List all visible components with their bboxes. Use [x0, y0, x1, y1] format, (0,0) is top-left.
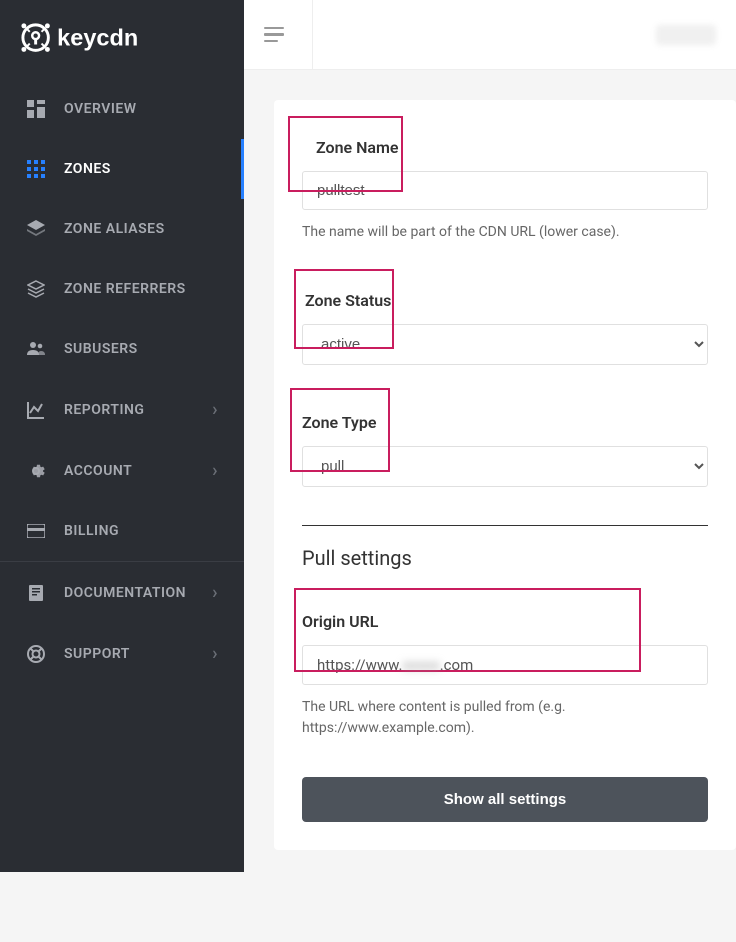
- zone-name-field: Zone Name The name will be part of the C…: [302, 128, 736, 243]
- origin-url-input[interactable]: https://www.xxxxx.com: [302, 645, 708, 685]
- nav-label: ZONES: [64, 161, 111, 177]
- layers-outline-icon: [26, 279, 46, 299]
- origin-url-help: The URL where content is pulled from (e.…: [302, 697, 736, 739]
- gear-icon: [26, 461, 46, 481]
- lifebuoy-icon: [26, 644, 46, 664]
- sidebar-item-billing[interactable]: BILLING: [0, 501, 244, 561]
- layers-icon: [26, 219, 46, 239]
- origin-url-field: Origin URL https://www.xxxxx.com The URL…: [302, 602, 736, 739]
- chart-icon: [26, 400, 46, 420]
- svg-text:keycdn: keycdn: [57, 24, 138, 50]
- sidebar-item-reporting[interactable]: REPORTING ›: [0, 379, 244, 440]
- sidebar-item-support[interactable]: SUPPORT ›: [0, 623, 244, 684]
- sidebar-item-zones[interactable]: ZONES: [0, 139, 244, 199]
- card-icon: [26, 521, 46, 541]
- dashboard-icon: [26, 99, 46, 119]
- zone-form-card: Zone Name The name will be part of the C…: [274, 100, 736, 850]
- zone-status-select[interactable]: active: [302, 324, 708, 365]
- nav-label: SUPPORT: [64, 646, 130, 662]
- sidebar-item-account[interactable]: ACCOUNT ›: [0, 440, 244, 501]
- sidebar: keycdn OVERVIEW ZONES ZONE ALIASES: [0, 0, 244, 872]
- nav-label: DOCUMENTATION: [64, 585, 186, 601]
- nav-label: ZONE ALIASES: [64, 221, 165, 237]
- sidebar-item-overview[interactable]: OVERVIEW: [0, 79, 244, 139]
- hamburger-icon[interactable]: [264, 27, 284, 43]
- zone-status-label: Zone Status: [302, 281, 736, 318]
- nav-label: BILLING: [64, 523, 119, 539]
- topbar: [244, 0, 736, 70]
- nav-label: REPORTING: [64, 402, 144, 418]
- chevron-right-icon: ›: [212, 643, 218, 664]
- topbar-divider: [312, 0, 313, 70]
- nav-list: OVERVIEW ZONES ZONE ALIASES ZONE REFERRE…: [0, 79, 244, 561]
- nav-label: ZONE REFERRERS: [64, 281, 186, 297]
- zone-name-help: The name will be part of the CDN URL (lo…: [302, 222, 736, 243]
- section-divider: [302, 525, 708, 526]
- sidebar-item-zone-aliases[interactable]: ZONE ALIASES: [0, 199, 244, 259]
- zone-status-field: Zone Status active: [302, 281, 736, 365]
- nav-label: OVERVIEW: [64, 101, 137, 117]
- sidebar-item-zone-referrers[interactable]: ZONE REFERRERS: [0, 259, 244, 319]
- chevron-right-icon: ›: [212, 582, 218, 603]
- show-all-settings-button[interactable]: Show all settings: [302, 777, 708, 822]
- topbar-user[interactable]: [656, 25, 716, 45]
- zone-name-label: Zone Name: [302, 128, 736, 165]
- brand-logo[interactable]: keycdn: [0, 0, 244, 79]
- pull-settings-title: Pull settings: [302, 546, 736, 570]
- grid-icon: [26, 159, 46, 179]
- zone-name-input[interactable]: [302, 171, 708, 210]
- doc-icon: [26, 583, 46, 603]
- chevron-right-icon: ›: [212, 399, 218, 420]
- main-content: Zone Name The name will be part of the C…: [244, 70, 736, 872]
- chevron-right-icon: ›: [212, 460, 218, 481]
- zone-type-select[interactable]: pull: [302, 446, 708, 487]
- nav-label: SUBUSERS: [64, 341, 138, 357]
- sidebar-item-subusers[interactable]: SUBUSERS: [0, 319, 244, 379]
- nav-label: ACCOUNT: [64, 463, 132, 479]
- zone-type-field: Zone Type pull: [302, 403, 736, 487]
- nav-list-secondary: DOCUMENTATION › SUPPORT ›: [0, 562, 244, 684]
- sidebar-item-documentation[interactable]: DOCUMENTATION ›: [0, 562, 244, 623]
- people-icon: [26, 339, 46, 359]
- redacted-text: xxxxx: [402, 656, 439, 674]
- origin-url-label: Origin URL: [302, 602, 736, 639]
- zone-type-label: Zone Type: [302, 403, 736, 440]
